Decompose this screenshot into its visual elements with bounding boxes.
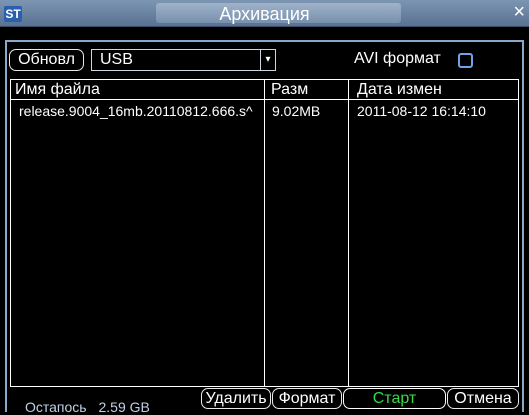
chevron-down-icon[interactable]: ▾ — [260, 50, 275, 70]
window-title: Архивация — [219, 4, 310, 24]
cancel-button[interactable]: Отмена — [447, 388, 519, 409]
file-size-cell: 9.02MB — [272, 103, 321, 119]
device-select[interactable]: USB ▾ — [91, 49, 276, 71]
close-icon[interactable]: × — [513, 1, 525, 24]
avi-format-label: AVI формат — [354, 50, 441, 67]
format-button[interactable]: Формат — [272, 388, 342, 409]
file-date-cell: 2011-08-12 16:14:10 — [357, 103, 486, 119]
column-header-date[interactable]: Дата измен — [348, 80, 518, 100]
avi-format-checkbox[interactable] — [458, 53, 473, 68]
column-divider — [348, 100, 349, 387]
column-divider — [264, 100, 265, 387]
remaining-label: Остапось — [25, 399, 87, 415]
table-row[interactable]: release.9004_16mb.20110812.666.s^ 9.02MB… — [11, 100, 518, 122]
remaining-space: Остапось 2.59 GB — [25, 399, 158, 415]
refresh-button[interactable]: Обновл — [9, 49, 84, 71]
file-name-cell: release.9004_16mb.20110812.666.s^ — [19, 103, 253, 119]
device-select-value: USB — [100, 51, 133, 68]
start-button[interactable]: Старт — [343, 388, 446, 409]
column-header-size[interactable]: Разм — [264, 80, 348, 100]
title-bar: ST Архивация × — [0, 0, 529, 27]
remaining-value: 2.59 GB — [98, 399, 150, 415]
delete-button[interactable]: Удалить — [201, 388, 271, 409]
file-table: Имя файла Разм Дата измен release.9004_1… — [10, 79, 519, 387]
column-header-filename[interactable]: Имя файла — [11, 80, 264, 100]
